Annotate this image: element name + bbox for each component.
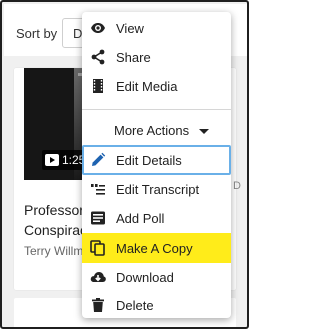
actions-menu: View Share Edit Media More Actions Edit … — [82, 12, 231, 318]
menu-item-make-a-copy[interactable]: Make A Copy — [82, 233, 231, 263]
poll-icon — [91, 211, 105, 225]
menu-item-delete[interactable]: Delete — [82, 291, 231, 319]
menu-item-share[interactable]: Share — [82, 43, 231, 71]
more-actions-toggle[interactable]: More Actions — [82, 118, 231, 142]
play-icon — [45, 154, 59, 166]
eye-icon — [91, 23, 105, 33]
share-icon — [91, 49, 105, 65]
screen-frame: Sort by Da 1:25:1 Professor Conspirac Te… — [0, 0, 249, 329]
caret-down-icon — [199, 129, 209, 134]
sort-by-label: Sort by — [16, 26, 58, 41]
film-icon — [93, 79, 103, 93]
trash-icon — [92, 298, 104, 312]
pencil-icon — [92, 152, 106, 166]
menu-item-label: Edit Transcript — [116, 182, 200, 197]
more-actions-label: More Actions — [114, 123, 190, 138]
copy-icon — [90, 240, 105, 256]
menu-item-label: Edit Details — [116, 153, 182, 168]
download-icon — [90, 272, 106, 282]
menu-item-label: Delete — [116, 298, 154, 313]
menu-item-label: Add Poll — [116, 211, 165, 226]
menu-item-label: Make A Copy — [116, 241, 193, 256]
menu-item-edit-media[interactable]: Edit Media — [82, 72, 231, 100]
menu-divider — [82, 109, 231, 110]
side-text: D — [233, 180, 241, 192]
menu-item-label: Download — [116, 270, 174, 285]
menu-item-label: Share — [116, 50, 151, 65]
menu-item-view[interactable]: View — [82, 14, 231, 42]
transcript-icon — [91, 184, 105, 195]
menu-item-add-poll[interactable]: Add Poll — [82, 204, 231, 232]
menu-item-edit-transcript[interactable]: Edit Transcript — [82, 175, 231, 203]
menu-item-edit-details[interactable]: Edit Details — [82, 145, 231, 175]
menu-item-label: View — [116, 21, 144, 36]
menu-item-label: Edit Media — [116, 79, 178, 94]
menu-item-download[interactable]: Download — [82, 263, 231, 291]
